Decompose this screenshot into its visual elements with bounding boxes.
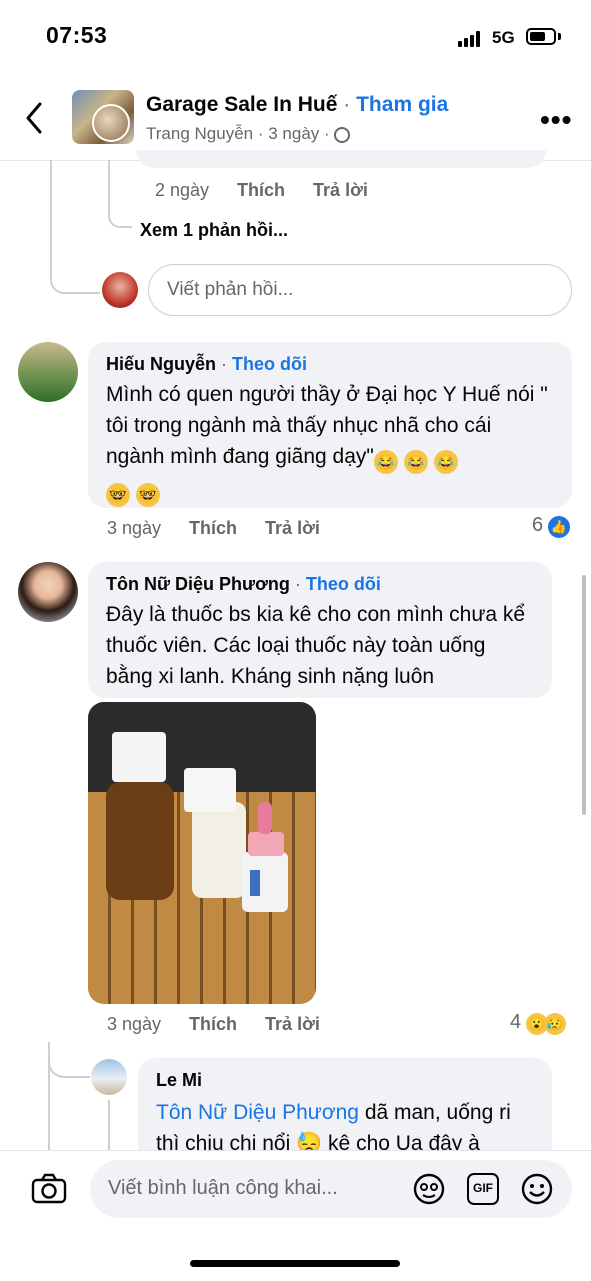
battery-icon <box>526 28 556 45</box>
medicine-bottles-illustration <box>106 732 288 912</box>
comment-time: 3 ngày <box>107 1014 162 1034</box>
like-button[interactable]: Thích <box>189 518 237 538</box>
author-separator: · <box>294 574 301 594</box>
nerd-emoji: 🤓 <box>136 483 160 507</box>
comment-text: Đây là thuốc bs kia kê cho con mình chưa… <box>106 603 526 688</box>
home-indicator <box>190 1260 400 1267</box>
nested-thread-connector <box>108 212 132 228</box>
comment-time: 3 ngày <box>107 518 162 538</box>
reaction-count: 6 <box>532 514 544 536</box>
sad-reaction-icon: 😥 <box>543 1013 566 1035</box>
network-label: 5G <box>492 28 515 47</box>
reply-author[interactable]: Le Mi <box>156 1070 534 1091</box>
title-separator: · <box>343 93 351 116</box>
back-chevron-icon[interactable] <box>20 98 50 138</box>
thread-line <box>50 160 52 280</box>
comment-author[interactable]: Hiếu Nguyễn <box>106 354 216 374</box>
like-button[interactable]: Thích <box>189 1014 237 1034</box>
comment-author[interactable]: Tôn Nữ Diệu Phương <box>106 574 290 594</box>
poster-avatar <box>92 104 130 142</box>
comment-bubble: Hiếu Nguyễn · Theo dõi Mình có quen ngườ… <box>88 342 572 508</box>
follow-button[interactable]: Theo dõi <box>232 354 307 374</box>
author-separator: · <box>221 354 228 374</box>
reaction-summary[interactable]: 4 😮 😥 <box>510 1011 566 1035</box>
poster-separator: · <box>324 124 330 143</box>
laughing-emoji: 😂 <box>433 450 458 474</box>
previous-reply-bubble <box>136 150 546 168</box>
group-name[interactable]: Garage Sale In Huế <box>146 93 337 116</box>
comment-author-row: Hiếu Nguyễn · Theo dõi <box>106 354 554 375</box>
reaction-summary[interactable]: 6 👍 <box>532 514 570 538</box>
signal-icon <box>458 31 486 47</box>
poster-name[interactable]: Trang Nguyễn <box>146 124 253 143</box>
comment-meta-row: 3 ngày Thích Trả lời <box>107 518 320 539</box>
nerd-emoji: 🤓 <box>106 483 130 507</box>
prev-time: 2 ngày <box>155 180 210 200</box>
comment-input[interactable]: Viết bình luận công khai... <box>90 1160 572 1218</box>
comment-bubble: Tôn Nữ Diệu Phương · Theo dõi Đây là thu… <box>88 562 552 698</box>
emoji-icon[interactable] <box>520 1172 554 1206</box>
comment-placeholder: Viết bình luận công khai... <box>108 1177 338 1199</box>
camera-icon[interactable] <box>30 1172 68 1206</box>
group-avatar[interactable] <box>72 90 134 144</box>
prev-reply-button[interactable]: Trả lời <box>313 180 368 200</box>
join-button[interactable]: Tham gia <box>356 93 448 116</box>
follow-button[interactable]: Theo dõi <box>306 574 381 594</box>
laughing-emoji: 😂 <box>373 450 398 474</box>
more-icon[interactable]: ••• <box>540 104 572 136</box>
comment-text: Mình có quen người thầy ở Đại học Y Huế … <box>106 383 548 468</box>
battery-cap <box>558 33 561 40</box>
reaction-count: 4 <box>510 1011 522 1033</box>
reply-button[interactable]: Trả lời <box>265 1014 320 1034</box>
thread-connector <box>50 278 100 294</box>
laughing-emoji: 😂 <box>403 450 428 474</box>
scrollbar[interactable] <box>582 575 586 815</box>
reply-button[interactable]: Trả lời <box>265 518 320 538</box>
comment-meta-row: 3 ngày Thích Trả lời <box>107 1014 320 1035</box>
gif-icon[interactable]: GIF <box>467 1173 499 1205</box>
thread-connector <box>48 1058 90 1078</box>
avatar-sticker-icon[interactable] <box>412 1172 446 1206</box>
poster-row: Trang Nguyễn · 3 ngày · <box>146 124 351 144</box>
nested-thread-line <box>108 160 110 214</box>
prev-meta-row: 2 ngày Thích Trả lời <box>155 180 368 201</box>
prev-like-button[interactable]: Thích <box>237 180 285 200</box>
like-reaction-icon: 👍 <box>547 516 570 538</box>
my-avatar <box>102 272 138 308</box>
reply-avatar[interactable] <box>91 1059 127 1095</box>
comment-text-block: Mình có quen người thầy ở Đại học Y Huế … <box>106 379 554 507</box>
group-title-row: Garage Sale In Huế · Tham gia <box>146 93 448 117</box>
comment-photo[interactable] <box>88 702 316 1004</box>
post-time: 3 ngày <box>268 124 320 143</box>
poster-separator: · <box>257 124 264 143</box>
see-replies-link[interactable]: Xem 1 phản hồi... <box>140 220 288 241</box>
status-time: 07:53 <box>46 22 108 48</box>
nested-thread-line <box>108 1100 110 1150</box>
commenter-avatar[interactable] <box>18 342 78 402</box>
commenter-avatar[interactable] <box>18 562 78 622</box>
mention-link[interactable]: Tôn Nữ Diệu Phương <box>156 1101 359 1124</box>
reply-input[interactable]: Viết phản hồi... <box>148 264 572 316</box>
comment-author-row: Tôn Nữ Diệu Phương · Theo dõi <box>106 574 534 595</box>
globe-icon <box>334 127 351 143</box>
